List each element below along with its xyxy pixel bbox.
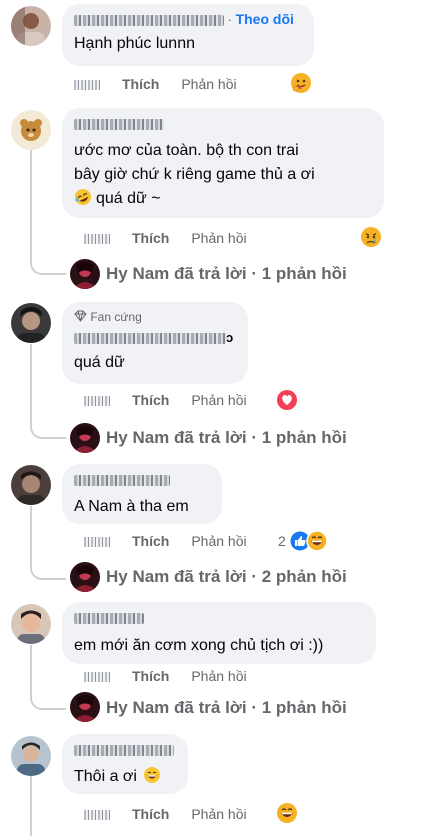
comment-text-line: bây giờ chứ k riêng game thủ a ơi	[74, 166, 315, 183]
comment-actions: Thích Phản hồi	[84, 666, 247, 686]
view-replies-link[interactable]: Hy Nam đã trả lời · 1 phản hồi	[106, 427, 347, 449]
timestamp[interactable]	[84, 672, 110, 683]
comment-actions: Thích Phản hồi	[84, 804, 247, 824]
grin-reaction-icon	[306, 530, 328, 552]
reaction-summary[interactable]: 2	[278, 530, 328, 552]
comment-bubble: A Nam à tha em	[62, 464, 222, 524]
rofl-emoji-icon	[74, 188, 92, 206]
avatar[interactable]	[11, 736, 51, 776]
comment-text: em mới ăn cơm xong chủ tịch ơi :))	[74, 637, 324, 654]
grin-reaction-icon[interactable]	[276, 802, 298, 824]
avatar[interactable]	[11, 465, 51, 505]
timestamp[interactable]	[84, 234, 110, 245]
fan-badge[interactable]: Fan cứng	[74, 309, 236, 325]
like-button[interactable]: Thích	[132, 806, 169, 822]
comment-text-line: quá dữ ~	[74, 188, 372, 209]
avatar[interactable]	[70, 259, 100, 289]
like-button[interactable]: Thích	[132, 392, 169, 408]
love-reaction-icon[interactable]	[276, 389, 298, 411]
like-button[interactable]: Thích	[122, 76, 159, 92]
avatar[interactable]	[70, 423, 100, 453]
comment-author[interactable]: · Theo dõi	[74, 11, 302, 28]
comment-actions: Thích Phản hồi	[84, 390, 247, 410]
comment-bubble: · Theo dõi Hạnh phúc lunnn	[62, 4, 314, 66]
comment-text: quá dữ	[74, 354, 125, 371]
timestamp[interactable]	[84, 810, 110, 821]
diamond-icon	[74, 310, 87, 322]
avatar[interactable]	[70, 562, 100, 592]
comment-author[interactable]	[74, 115, 372, 132]
comment-bubble: em mới ăn cơm xong chủ tịch ơi :))	[62, 602, 376, 664]
reply-button[interactable]: Phản hồi	[191, 668, 246, 684]
comment-bubble: ước mơ của toàn. bộ th con trai bây giờ …	[62, 108, 384, 218]
thread-line	[30, 645, 66, 710]
thread-line	[30, 344, 66, 439]
comment-text: Thôi a ơi	[74, 766, 176, 787]
thread-line	[30, 506, 66, 580]
comment-actions: Thích Phản hồi	[74, 74, 237, 94]
timestamp[interactable]	[74, 80, 100, 91]
avatar[interactable]	[11, 110, 51, 150]
avatar[interactable]	[70, 692, 100, 722]
comment-text: A Nam à tha em	[74, 498, 189, 515]
comment-author[interactable]	[74, 471, 210, 488]
follow-link[interactable]: Theo dõi	[236, 11, 294, 27]
comment-bubble: Thôi a ơi	[62, 734, 188, 794]
view-replies-link[interactable]: Hy Nam đã trả lời · 1 phản hồi	[106, 697, 347, 719]
reply-button[interactable]: Phản hồi	[191, 392, 246, 408]
comment-bubble: Fan cứng ɔ quá dữ	[62, 302, 248, 384]
timestamp[interactable]	[84, 396, 110, 407]
view-replies-link[interactable]: Hy Nam đã trả lời · 2 phản hồi	[106, 566, 347, 588]
comment-text-line: ước mơ của toàn. bộ th con trai	[74, 142, 299, 159]
comment-text: Hạnh phúc lunnn	[74, 35, 195, 52]
like-button[interactable]: Thích	[132, 668, 169, 684]
comment-author[interactable]	[74, 609, 364, 626]
hug-reaction-icon[interactable]	[290, 72, 312, 94]
view-replies-link[interactable]: Hy Nam đã trả lời · 1 phản hồi	[106, 263, 347, 285]
avatar[interactable]	[11, 604, 51, 644]
like-button[interactable]: Thích	[132, 533, 169, 549]
avatar[interactable]	[11, 303, 51, 343]
like-button[interactable]: Thích	[132, 230, 169, 246]
thread-line	[30, 776, 32, 836]
avatar[interactable]	[11, 6, 51, 46]
comment-author[interactable]: ɔ	[74, 329, 236, 346]
reply-button[interactable]: Phản hồi	[181, 76, 236, 92]
comment-actions: Thích Phản hồi	[84, 228, 247, 248]
reply-button[interactable]: Phản hồi	[191, 806, 246, 822]
reaction-count: 2	[278, 533, 286, 549]
grin-emoji-icon	[143, 766, 161, 784]
thread-line	[30, 150, 66, 275]
comment-actions: Thích Phản hồi	[84, 531, 247, 551]
reply-button[interactable]: Phản hồi	[191, 533, 246, 549]
comment-author[interactable]	[74, 741, 176, 758]
sad-reaction-icon[interactable]	[360, 226, 382, 248]
reply-button[interactable]: Phản hồi	[191, 230, 246, 246]
timestamp[interactable]	[84, 537, 110, 548]
